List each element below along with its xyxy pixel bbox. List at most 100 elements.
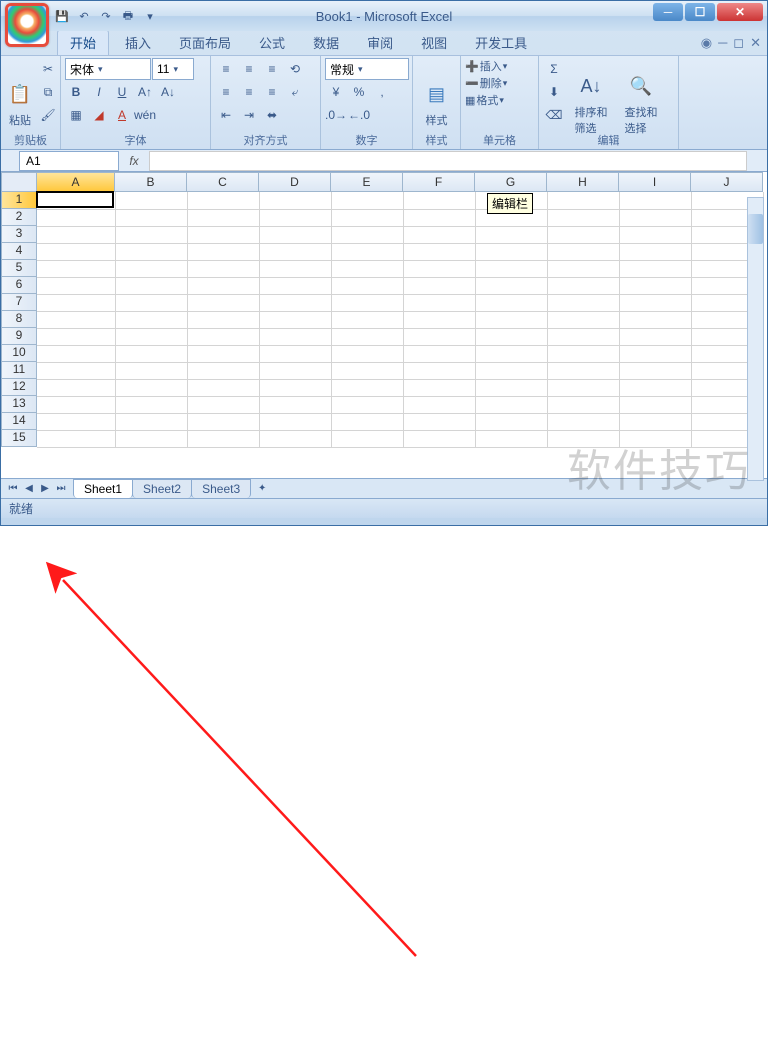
row-header[interactable]: 6 xyxy=(1,277,37,294)
sheet-tab[interactable]: Sheet3 xyxy=(191,479,251,498)
align-top-icon[interactable]: ≡ xyxy=(215,58,237,80)
formula-input[interactable] xyxy=(149,151,747,171)
tab-页面布局[interactable]: 页面布局 xyxy=(167,30,243,55)
decrease-indent-icon[interactable]: ⇤ xyxy=(215,104,237,126)
tab-数据[interactable]: 数据 xyxy=(301,30,351,55)
column-header[interactable]: D xyxy=(259,172,331,192)
doc-close-icon[interactable]: ✕ xyxy=(750,35,761,51)
border-icon[interactable]: ▦ xyxy=(65,104,87,126)
new-sheet-icon[interactable]: ✦ xyxy=(254,481,270,497)
currency-icon[interactable]: ¥ xyxy=(325,81,347,103)
column-header[interactable]: G xyxy=(475,172,547,192)
increase-indent-icon[interactable]: ⇥ xyxy=(238,104,260,126)
active-cell[interactable] xyxy=(36,191,114,208)
orientation-icon[interactable]: ⟲ xyxy=(284,58,306,80)
copy-icon[interactable]: ⧉ xyxy=(37,81,59,103)
window-title: Book1 - Microsoft Excel xyxy=(316,9,453,24)
bold-button[interactable]: B xyxy=(65,81,87,103)
tab-nav-first-icon[interactable]: ⏮ xyxy=(5,481,21,497)
maximize-button[interactable]: ☐ xyxy=(685,3,715,21)
cut-icon[interactable]: ✂ xyxy=(37,58,59,80)
align-bottom-icon[interactable]: ≡ xyxy=(261,58,283,80)
column-header[interactable]: A xyxy=(37,172,115,192)
row-header[interactable]: 14 xyxy=(1,413,37,430)
sheet-tab[interactable]: Sheet1 xyxy=(73,479,133,498)
row-header[interactable]: 9 xyxy=(1,328,37,345)
font-color-icon[interactable]: A xyxy=(111,104,133,126)
minimize-button[interactable]: ─ xyxy=(653,3,683,21)
row-header[interactable]: 8 xyxy=(1,311,37,328)
delete-button[interactable]: ➖删除▾ xyxy=(465,75,534,91)
clear-icon[interactable]: ⌫ xyxy=(543,104,565,126)
tab-nav-prev-icon[interactable]: ◀ xyxy=(21,481,37,497)
align-middle-icon[interactable]: ≡ xyxy=(238,58,260,80)
row-header[interactable]: 11 xyxy=(1,362,37,379)
undo-icon[interactable]: ↶ xyxy=(75,7,93,25)
font-size-combo[interactable]: 11▾ xyxy=(152,58,194,80)
font-name-combo[interactable]: 宋体▾ xyxy=(65,58,151,80)
status-bar: 就绪 xyxy=(1,498,767,518)
grow-font-icon[interactable]: A↑ xyxy=(134,81,156,103)
tab-开发工具[interactable]: 开发工具 xyxy=(463,30,539,55)
qat-dropdown-icon[interactable]: ▾ xyxy=(141,7,159,25)
decrease-decimal-icon[interactable]: ←.0 xyxy=(348,104,370,126)
row-header[interactable]: 7 xyxy=(1,294,37,311)
wrap-text-icon[interactable]: ⤶ xyxy=(284,81,306,103)
column-header[interactable]: H xyxy=(547,172,619,192)
autosum-icon[interactable]: Σ xyxy=(543,58,565,80)
row-header[interactable]: 1 xyxy=(1,192,37,209)
fill-icon[interactable]: ⬇ xyxy=(543,81,565,103)
worksheet-grid[interactable]: ABCDEFGHIJ 123456789101112131415 xyxy=(1,172,767,478)
merge-cells-icon[interactable]: ⬌ xyxy=(261,104,283,126)
row-header[interactable]: 4 xyxy=(1,243,37,260)
fx-icon[interactable]: fx xyxy=(119,154,149,168)
tab-nav-next-icon[interactable]: ▶ xyxy=(37,481,53,497)
help-icon[interactable]: ◉ xyxy=(701,35,712,51)
number-format-combo[interactable]: 常规▾ xyxy=(325,58,409,80)
select-all-button[interactable] xyxy=(1,172,37,192)
align-center-icon[interactable]: ≡ xyxy=(238,81,260,103)
save-icon[interactable]: 💾 xyxy=(53,7,71,25)
row-header[interactable]: 3 xyxy=(1,226,37,243)
row-header[interactable]: 10 xyxy=(1,345,37,362)
underline-button[interactable]: U xyxy=(111,81,133,103)
row-header[interactable]: 13 xyxy=(1,396,37,413)
tab-审阅[interactable]: 审阅 xyxy=(355,30,405,55)
column-header[interactable]: J xyxy=(691,172,763,192)
tab-nav-last-icon[interactable]: ⏭ xyxy=(53,481,69,497)
increase-decimal-icon[interactable]: .0→ xyxy=(325,104,347,126)
format-button[interactable]: ▦格式▾ xyxy=(465,92,534,108)
tab-开始[interactable]: 开始 xyxy=(57,29,109,55)
format-painter-icon[interactable]: 🖌 xyxy=(37,104,59,126)
doc-minimize-icon[interactable]: ─ xyxy=(718,35,727,51)
italic-button[interactable]: I xyxy=(88,81,110,103)
row-header[interactable]: 2 xyxy=(1,209,37,226)
tab-公式[interactable]: 公式 xyxy=(247,30,297,55)
column-header[interactable]: C xyxy=(187,172,259,192)
column-header[interactable]: I xyxy=(619,172,691,192)
align-right-icon[interactable]: ≡ xyxy=(261,81,283,103)
print-icon[interactable]: 🖶 xyxy=(119,7,137,25)
tab-视图[interactable]: 视图 xyxy=(409,30,459,55)
close-button[interactable]: ✕ xyxy=(717,3,763,21)
sheet-tab[interactable]: Sheet2 xyxy=(132,479,192,498)
column-header[interactable]: B xyxy=(115,172,187,192)
column-header[interactable]: F xyxy=(403,172,475,192)
office-button[interactable] xyxy=(5,3,49,47)
insert-button[interactable]: ➕插入▾ xyxy=(465,58,534,74)
row-header[interactable]: 5 xyxy=(1,260,37,277)
column-header[interactable]: E xyxy=(331,172,403,192)
phonetic-icon[interactable]: wén xyxy=(134,104,156,126)
percent-icon[interactable]: % xyxy=(348,81,370,103)
shrink-font-icon[interactable]: A↓ xyxy=(157,81,179,103)
row-header[interactable]: 15 xyxy=(1,430,37,447)
fill-color-icon[interactable]: ◢ xyxy=(88,104,110,126)
tab-插入[interactable]: 插入 xyxy=(113,30,163,55)
redo-icon[interactable]: ↷ xyxy=(97,7,115,25)
insert-icon: ➕ xyxy=(465,60,479,73)
align-left-icon[interactable]: ≡ xyxy=(215,81,237,103)
row-header[interactable]: 12 xyxy=(1,379,37,396)
name-box[interactable]: A1 xyxy=(19,151,119,171)
comma-icon[interactable]: , xyxy=(371,81,393,103)
doc-restore-icon[interactable]: ◻ xyxy=(733,35,744,51)
